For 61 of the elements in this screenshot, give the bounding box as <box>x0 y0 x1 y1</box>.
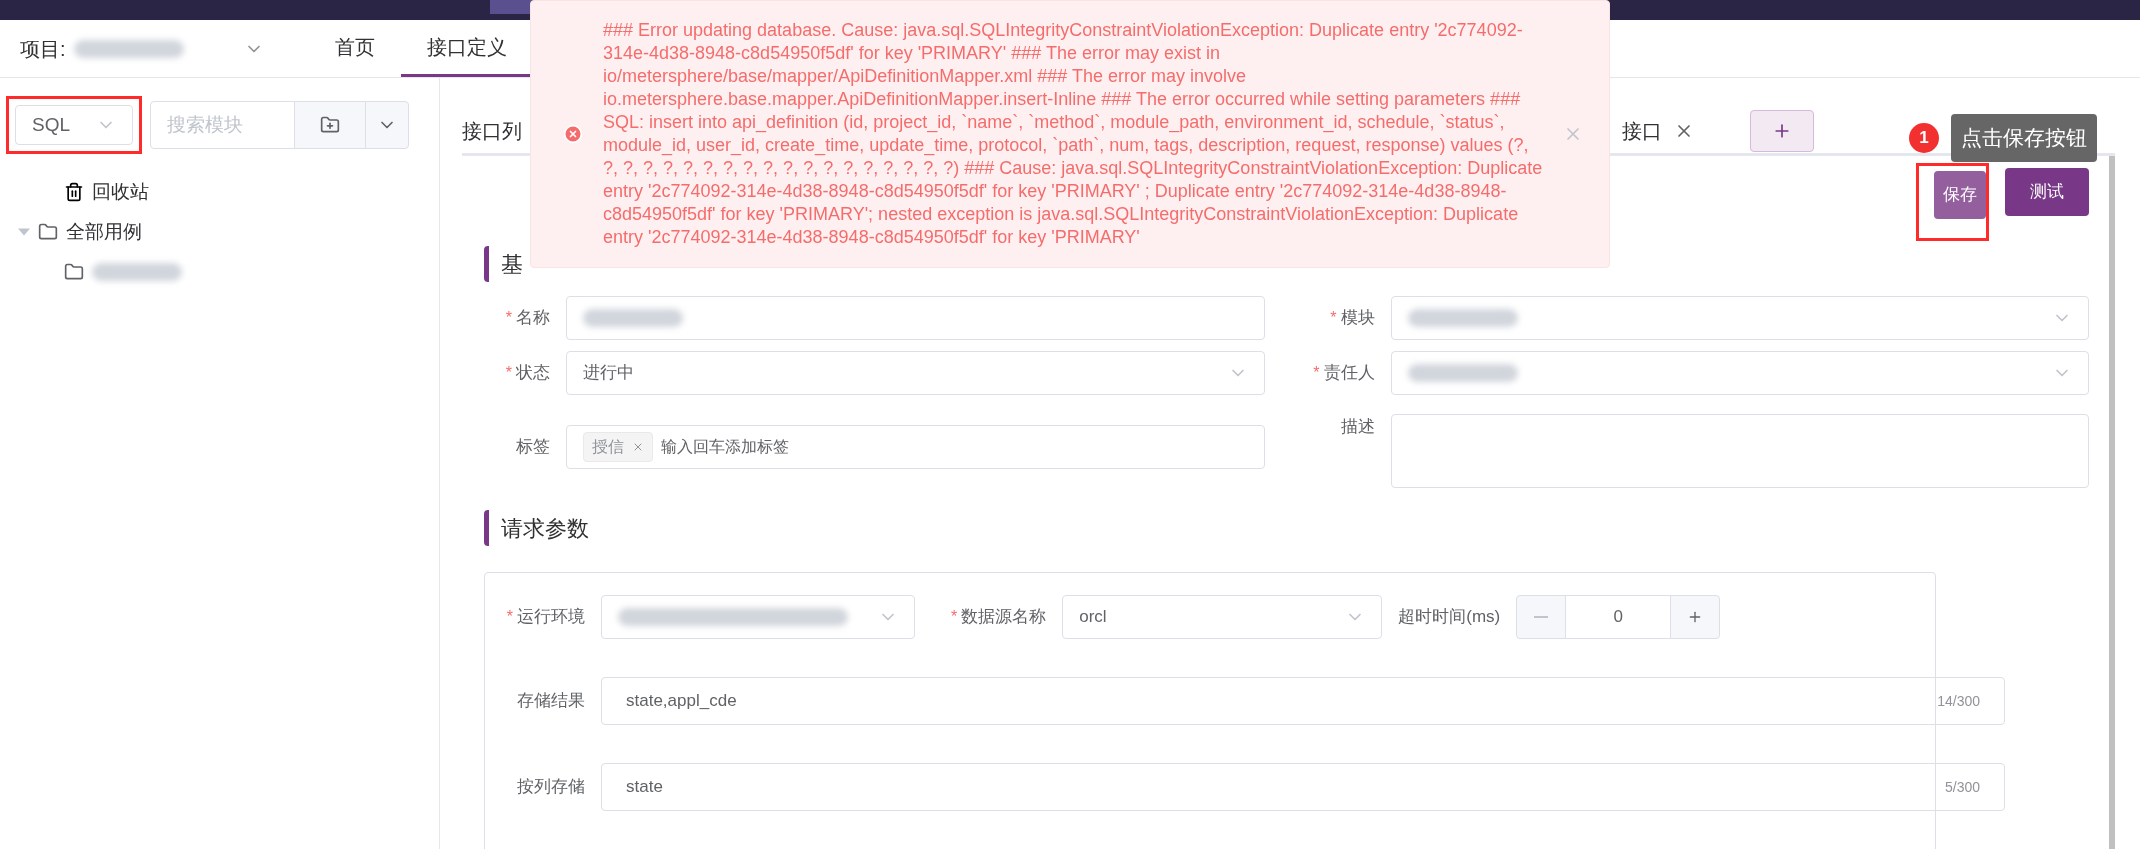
field-label: 按列存储 <box>517 776 585 799</box>
required-mark: * <box>506 607 513 627</box>
char-count: 5/300 <box>1944 777 1980 797</box>
trash-icon <box>64 182 84 202</box>
project-label: 项目: <box>20 36 66 62</box>
select-field[interactable] <box>1390 296 2089 340</box>
select-field[interactable] <box>1390 351 2089 395</box>
close-icon[interactable] <box>632 441 644 453</box>
tags-placeholder: 输入回车添加标签 <box>661 437 789 457</box>
protocol-select[interactable]: SQL <box>15 105 133 145</box>
folder-plus-icon <box>320 115 340 135</box>
field-label: 模块 <box>1340 307 1375 330</box>
field-label: 标签 <box>516 436 550 459</box>
field-label: 数据源名称 <box>961 606 1047 629</box>
error-message: ### Error updating database. Cause: java.sql.SQLIntegrityConstraintViolationException: Duplicate entry '2c774092-314e-4d38-8948-c8d54950f5df' for key 'PRIMARY' ### The error may exist in io/metersphere/base/mapper/ApiDefinitionMapper.xml ### The error may involve io.metersphere.base.mapper.ApiDefinitionMapper.insert-Inline ### The error occurred while setting parameters ### SQL: insert into api_definition (id, project_id, `name`, `method`, module_path, environment_id, schedule, `status`, module_id, user_id, create_time, update_time, protocol, `path`, num, tags, description, request, response) values (?, ?, ?, ?, ?, ?, ?, ?, ?, ?, ?, ?, ?, ?, ?, ?, ?, ?, ?) ### Cause: java.sql.SQLIntegrityConstraintViolationException: Duplicate entry '2c774092-314e-4d38-8948-c8d54950f5df' for key 'PRIMARY' ; Duplicate entry '2c774092-314e-4d38-8948-c8d54950f5df' for key 'PRIMARY'; nested exception is java.sql.SQLIntegrityConstraintViolationException: Duplicate entry '2c774092-314e-4d38-8948-c8d54950f5df' for key 'PRIMARY' <box>603 19 1543 249</box>
required-mark: * <box>951 607 958 627</box>
datasource-select[interactable]: orcl <box>1062 595 1383 639</box>
add-tab-button[interactable] <box>1750 109 1814 152</box>
dropdown-button[interactable] <box>365 101 409 149</box>
folder-icon <box>38 222 58 242</box>
text-input[interactable]: state 5/300 <box>601 763 2005 811</box>
increase-button[interactable] <box>1670 595 1721 639</box>
field-label: 责任人 <box>1323 362 1375 385</box>
field-label: 运行环境 <box>517 606 585 629</box>
save-button[interactable]: 保存 <box>1934 171 1986 219</box>
search-field[interactable]: 搜索模块 <box>150 101 295 149</box>
guide-tooltip: 点击保存按钮 <box>1951 114 2097 162</box>
decrease-button[interactable] <box>1516 595 1567 639</box>
tab[interactable]: 接口 <box>1622 115 1662 146</box>
test-button[interactable]: 测试 <box>2005 168 2089 216</box>
select-field[interactable]: 进行中 <box>566 351 1265 395</box>
section-title: 请求参数 <box>501 514 589 543</box>
folder-icon <box>64 262 84 282</box>
required-mark: * <box>1313 363 1320 383</box>
description-textarea[interactable] <box>1390 414 2089 488</box>
section-accent <box>484 510 489 546</box>
text-input[interactable]: state,appl_cde 14/300 <box>601 677 2005 725</box>
error-icon <box>563 124 583 144</box>
tab[interactable]: 接口列 <box>462 115 522 146</box>
environment-select[interactable] <box>601 595 915 639</box>
field-label: 存储结果 <box>517 690 585 713</box>
field-label: 超时时间(ms) <box>1398 606 1501 629</box>
add-folder-button[interactable] <box>295 101 365 149</box>
minus-icon <box>1534 616 1549 618</box>
required-mark: * <box>505 363 512 383</box>
required-mark: * <box>505 308 512 328</box>
section-title: 基 <box>501 250 523 279</box>
field-label: 描述 <box>1340 416 1375 438</box>
char-count: 14/300 <box>1937 691 1980 711</box>
expand-triangle-icon[interactable] <box>18 228 30 236</box>
name-input[interactable] <box>566 296 1265 340</box>
required-mark: * <box>1330 308 1337 328</box>
tag-chip: 授信 <box>583 432 653 462</box>
tree-item[interactable]: 全部用例 <box>66 217 142 247</box>
field-label: 状态 <box>516 362 550 385</box>
nav-tab[interactable]: 首页 <box>308 20 401 77</box>
field-label: 名称 <box>516 307 550 330</box>
step-badge: 1 <box>1909 123 1939 153</box>
tags-input[interactable]: 授信 输入回车添加标签 <box>566 425 1265 469</box>
section-accent <box>484 246 489 282</box>
tree-item[interactable]: 回收站 <box>92 177 149 207</box>
